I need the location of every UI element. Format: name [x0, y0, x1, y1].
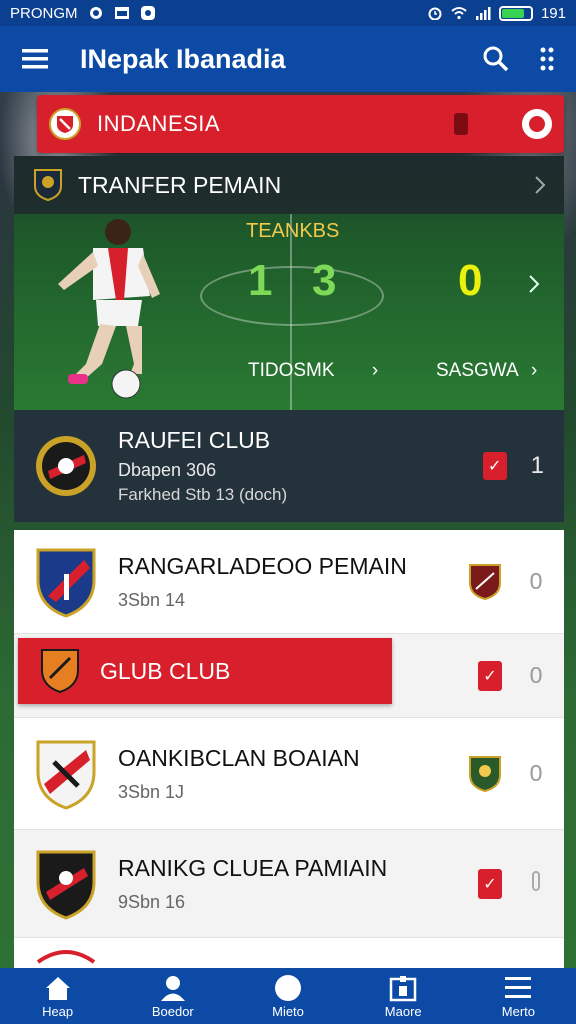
hero-header: TRANFER PEMAIN — [14, 156, 564, 214]
nav-menu-label: Merto — [501, 1003, 536, 1019]
hero-label: TEANKBS — [246, 220, 340, 242]
hero-title: TRANFER PEMAIN — [78, 171, 282, 198]
menu-icon[interactable] — [22, 48, 50, 70]
battery-icon — [498, 5, 533, 21]
camera-icon — [89, 7, 102, 19]
club-crest-icon — [36, 548, 96, 618]
club-sub: 9Sbn 16 — [118, 891, 186, 912]
club-count: 0 — [529, 568, 543, 594]
list-item[interactable]: GLUB CLUB ✓ 0 — [14, 634, 564, 718]
check-badge-icon[interactable]: ✓ — [482, 452, 507, 480]
list-item[interactable]: RANGARLADEOO PEMAIN 3Sbn 14 0 — [14, 530, 564, 634]
player-image — [58, 219, 160, 399]
featured-club-name: RAUFEI CLUB — [118, 427, 271, 453]
club-sub: 3Sbn 1J — [118, 781, 185, 802]
hero-link-right[interactable]: SASGWA › — [436, 360, 537, 382]
search-icon[interactable] — [482, 45, 510, 73]
carrier-label: PRONGM — [10, 4, 78, 22]
club-badge-icon — [469, 755, 501, 792]
chevron-right-icon: › — [530, 360, 538, 381]
club-list: RANGARLADEOO PEMAIN 3Sbn 14 0 GLUB CLUB … — [14, 530, 564, 970]
club-count: 0 — [529, 662, 543, 688]
signal-icon — [475, 7, 491, 20]
club-crest-icon — [36, 436, 96, 496]
list-item[interactable]: RANIKG CLUEA PAMIAIN 9Sbn 16 ✓ — [14, 830, 564, 938]
nav-home-label: Heap — [42, 1003, 74, 1019]
club-crest-icon — [41, 649, 79, 694]
battery-level — [501, 8, 525, 18]
club-crest-icon — [36, 740, 96, 810]
score-home: 1 — [248, 256, 273, 305]
national-crest-icon — [49, 108, 81, 140]
nav-profile[interactable]: Boedor — [115, 968, 230, 1024]
menu-icon — [505, 976, 532, 998]
pin-icon — [532, 870, 540, 891]
wifi-icon — [451, 7, 467, 20]
highlighted-club[interactable]: GLUB CLUB — [18, 638, 392, 704]
featured-club-count: 1 — [530, 452, 544, 479]
club-badge-icon — [469, 563, 501, 600]
featured-club-detail: Dbapen 306 — [118, 460, 217, 480]
transfer-hero-card[interactable]: TRANFER PEMAIN TEANKBS 1 3 0 TIDOSMK › S… — [14, 156, 564, 410]
pitch-center-circle — [200, 266, 384, 326]
nav-menu[interactable]: Merto — [461, 968, 576, 1024]
clock: 191 — [540, 4, 566, 22]
nav-match[interactable]: Maore — [346, 968, 461, 1024]
club-name: GLUB CLUB — [100, 657, 231, 684]
calendar-icon — [389, 975, 417, 1001]
home-icon — [45, 976, 70, 1000]
country-selector[interactable]: INDANESIA — [37, 95, 564, 153]
bottom-navigation: Heap Boedor Mieto Maore Merto — [0, 968, 576, 1024]
nav-ball-label: Mieto — [272, 1003, 304, 1019]
app-bar: INepak Ibanadia — [0, 26, 576, 92]
club-name: RANGARLADEOO PEMAIN — [118, 552, 407, 579]
app-title: INepak Ibanadia — [80, 43, 286, 74]
user-icon — [160, 975, 185, 1001]
toggle-ring-icon[interactable] — [522, 109, 552, 139]
nav-match-label: Maore — [384, 1003, 422, 1019]
status-bar: PRONGM 191 — [0, 0, 576, 26]
ball-icon — [275, 974, 301, 1001]
check-badge-icon[interactable]: ✓ — [478, 868, 502, 899]
flag-icon — [454, 113, 468, 135]
nav-home[interactable]: Heap — [0, 968, 115, 1024]
club-crest-icon — [36, 949, 96, 964]
featured-club-detail-2: Farkhed Stb 13 (doch) — [118, 485, 288, 504]
featured-club-card[interactable]: RAUFEI CLUB Dbapen 306 Farkhed Stb 13 (d… — [14, 410, 564, 522]
chevron-right-icon[interactable] — [528, 274, 540, 294]
nav-profile-label: Boedor — [151, 1003, 194, 1019]
list-item[interactable]: OANKIBCLAN BOAIAN 3Sbn 1J 0 — [14, 718, 564, 830]
club-name: OANKIBCLAN BOAIAN — [118, 744, 360, 771]
notification-icon — [140, 6, 155, 20]
hero-link-left-label: TIDOSMK — [248, 360, 335, 381]
club-count — [528, 870, 544, 898]
hero-link-right-label: SASGWA — [436, 360, 518, 381]
check-badge-icon[interactable]: ✓ — [478, 660, 502, 691]
nav-ball[interactable]: Mieto — [230, 968, 345, 1024]
club-name: RANIKG CLUEA PAMIAIN — [118, 854, 388, 881]
club-crest-icon — [36, 850, 96, 920]
image-icon — [114, 7, 129, 19]
league-crest-icon — [34, 169, 62, 202]
country-name: INDANESIA — [97, 111, 221, 136]
more-options-icon[interactable] — [540, 46, 554, 72]
score-other: 0 — [458, 256, 483, 305]
club-count: 0 — [529, 760, 543, 786]
chevron-right-icon: › — [371, 360, 379, 381]
club-sub: 3Sbn 14 — [118, 589, 186, 610]
list-item[interactable] — [14, 938, 564, 970]
score-away: 3 — [312, 256, 337, 305]
hero-link-left[interactable]: TIDOSMK › — [248, 360, 378, 382]
alarm-icon — [428, 7, 442, 20]
chevron-right-icon[interactable] — [534, 175, 546, 195]
